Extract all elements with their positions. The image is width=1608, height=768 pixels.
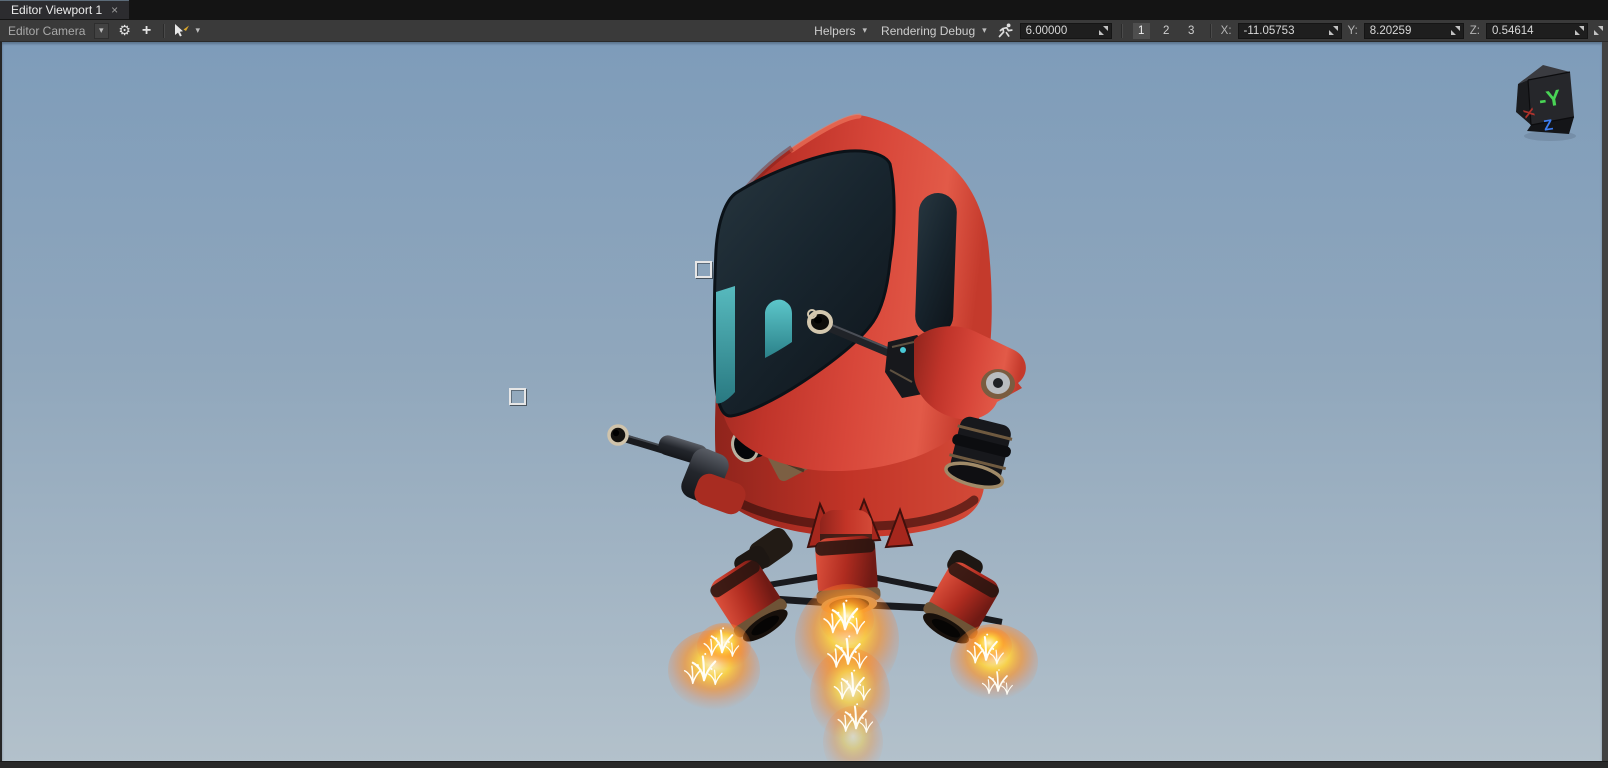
gear-icon: ⚙ bbox=[118, 22, 131, 39]
toolbar-divider bbox=[163, 24, 165, 38]
chevron-down-icon[interactable]: ▾ bbox=[94, 23, 109, 39]
tab-title: Editor Viewport 1 bbox=[11, 3, 102, 17]
viewport-settings-button[interactable]: ⚙ bbox=[116, 22, 134, 40]
camera-selector-dropdown[interactable]: Editor Camera ▾ bbox=[5, 23, 112, 39]
rendering-debug-menu[interactable]: Rendering Debug ▾ bbox=[878, 24, 992, 38]
plus-icon: + bbox=[142, 22, 151, 40]
view-preset-1-button[interactable]: 1 bbox=[1132, 22, 1151, 40]
toolbar-divider bbox=[1121, 24, 1123, 38]
viewport-toolbar: Editor Camera ▾ ⚙ + ▾ Helpers ▾ Renderin… bbox=[0, 20, 1608, 42]
tab-close-icon[interactable]: × bbox=[111, 4, 118, 16]
z-coordinate-field[interactable]: 0.54614 bbox=[1486, 23, 1588, 39]
selection-tool-button[interactable] bbox=[172, 22, 190, 40]
chevron-down-icon: ▾ bbox=[980, 25, 989, 36]
camera-speed-field[interactable]: 6.00000 bbox=[1020, 23, 1112, 39]
camera-selector-label: Editor Camera bbox=[8, 24, 92, 38]
entity-helper-square[interactable] bbox=[509, 388, 526, 405]
x-coordinate-label: X: bbox=[1221, 25, 1232, 37]
entity-helper-square[interactable] bbox=[695, 261, 712, 278]
tab-bar: Editor Viewport 1 × bbox=[0, 0, 1608, 20]
helpers-label: Helpers bbox=[814, 24, 855, 38]
cursor-tool-icon bbox=[172, 23, 190, 38]
camera-speed-icon bbox=[998, 23, 1014, 38]
z-coordinate-value: 0.54614 bbox=[1492, 25, 1534, 37]
camera-speed-value: 6.00000 bbox=[1026, 25, 1068, 37]
gizmo-axis-front-label: -Y bbox=[1537, 84, 1563, 112]
x-coordinate-value: -11.05753 bbox=[1244, 25, 1295, 37]
chevron-down-icon[interactable]: ▾ bbox=[194, 25, 203, 36]
scene-robot bbox=[2, 42, 1602, 762]
view-preset-3-button[interactable]: 3 bbox=[1182, 22, 1201, 40]
status-bar bbox=[0, 761, 1608, 768]
value-scrub-icon[interactable] bbox=[1451, 26, 1460, 35]
tab-editor-viewport-1[interactable]: Editor Viewport 1 × bbox=[0, 0, 129, 19]
robot[interactable] bbox=[609, 115, 1026, 651]
chevron-down-icon: ▾ bbox=[861, 25, 870, 36]
add-button[interactable]: + bbox=[138, 22, 156, 40]
y-coordinate-label: Y: bbox=[1348, 25, 1358, 37]
y-coordinate-field[interactable]: 8.20259 bbox=[1364, 23, 1464, 39]
view-preset-2-button[interactable]: 2 bbox=[1157, 22, 1176, 40]
value-scrub-icon[interactable] bbox=[1594, 26, 1603, 35]
helpers-menu[interactable]: Helpers ▾ bbox=[811, 24, 872, 38]
z-coordinate-label: Z: bbox=[1470, 25, 1480, 37]
viewport-canvas[interactable]: -Y X Z bbox=[0, 42, 1608, 762]
value-scrub-icon[interactable] bbox=[1099, 26, 1108, 35]
x-coordinate-field[interactable]: -11.05753 bbox=[1238, 23, 1342, 39]
value-scrub-icon[interactable] bbox=[1329, 26, 1338, 35]
toolbar-divider bbox=[1210, 24, 1212, 38]
orientation-gizmo-cube[interactable]: -Y X Z bbox=[1512, 60, 1590, 142]
value-scrub-icon[interactable] bbox=[1575, 26, 1584, 35]
y-coordinate-value: 8.20259 bbox=[1370, 25, 1412, 37]
rendering-debug-label: Rendering Debug bbox=[881, 24, 975, 38]
